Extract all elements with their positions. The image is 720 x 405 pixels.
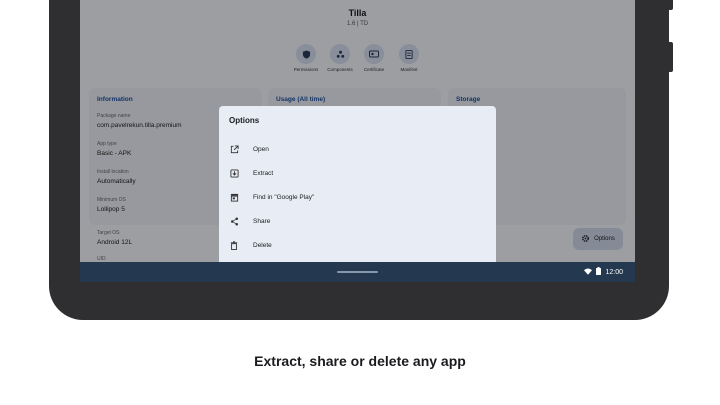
menu-item-label: Share <box>253 217 271 225</box>
promo-caption: Extract, share or delete any app <box>254 353 466 369</box>
delete-icon <box>229 240 239 250</box>
store-icon <box>229 192 239 202</box>
device-side-button <box>667 0 673 10</box>
menu-item-label: Find in "Google Play" <box>253 193 315 201</box>
gesture-handle[interactable] <box>337 271 378 273</box>
menu-item-extract[interactable]: Extract <box>219 162 496 184</box>
menu-item-label: Open <box>253 145 269 153</box>
status-area: 12:00 <box>584 267 623 277</box>
system-nav-bar: 12:00 <box>80 262 635 282</box>
menu-item-label: Extract <box>253 169 274 177</box>
dialog-title: Options <box>229 116 260 125</box>
menu-item-label: Delete <box>253 241 272 249</box>
device-volume-button <box>667 42 673 72</box>
battery-icon <box>596 267 602 277</box>
status-time: 12:00 <box>605 268 623 276</box>
menu-item-find-google-play[interactable]: Find in "Google Play" <box>219 186 496 208</box>
menu-item-open[interactable]: Open <box>219 138 496 160</box>
wifi-icon <box>584 268 593 277</box>
menu-item-delete[interactable]: Delete <box>219 234 496 256</box>
extract-icon <box>229 168 239 178</box>
open-external-icon <box>229 144 239 154</box>
tablet-screen: Tilla 1.6 | TD Permissions Components Ce… <box>80 0 635 282</box>
share-icon <box>229 216 239 226</box>
menu-item-share[interactable]: Share <box>219 210 496 232</box>
options-dialog: Options Open Extract Find in "Google Pla… <box>219 106 496 282</box>
